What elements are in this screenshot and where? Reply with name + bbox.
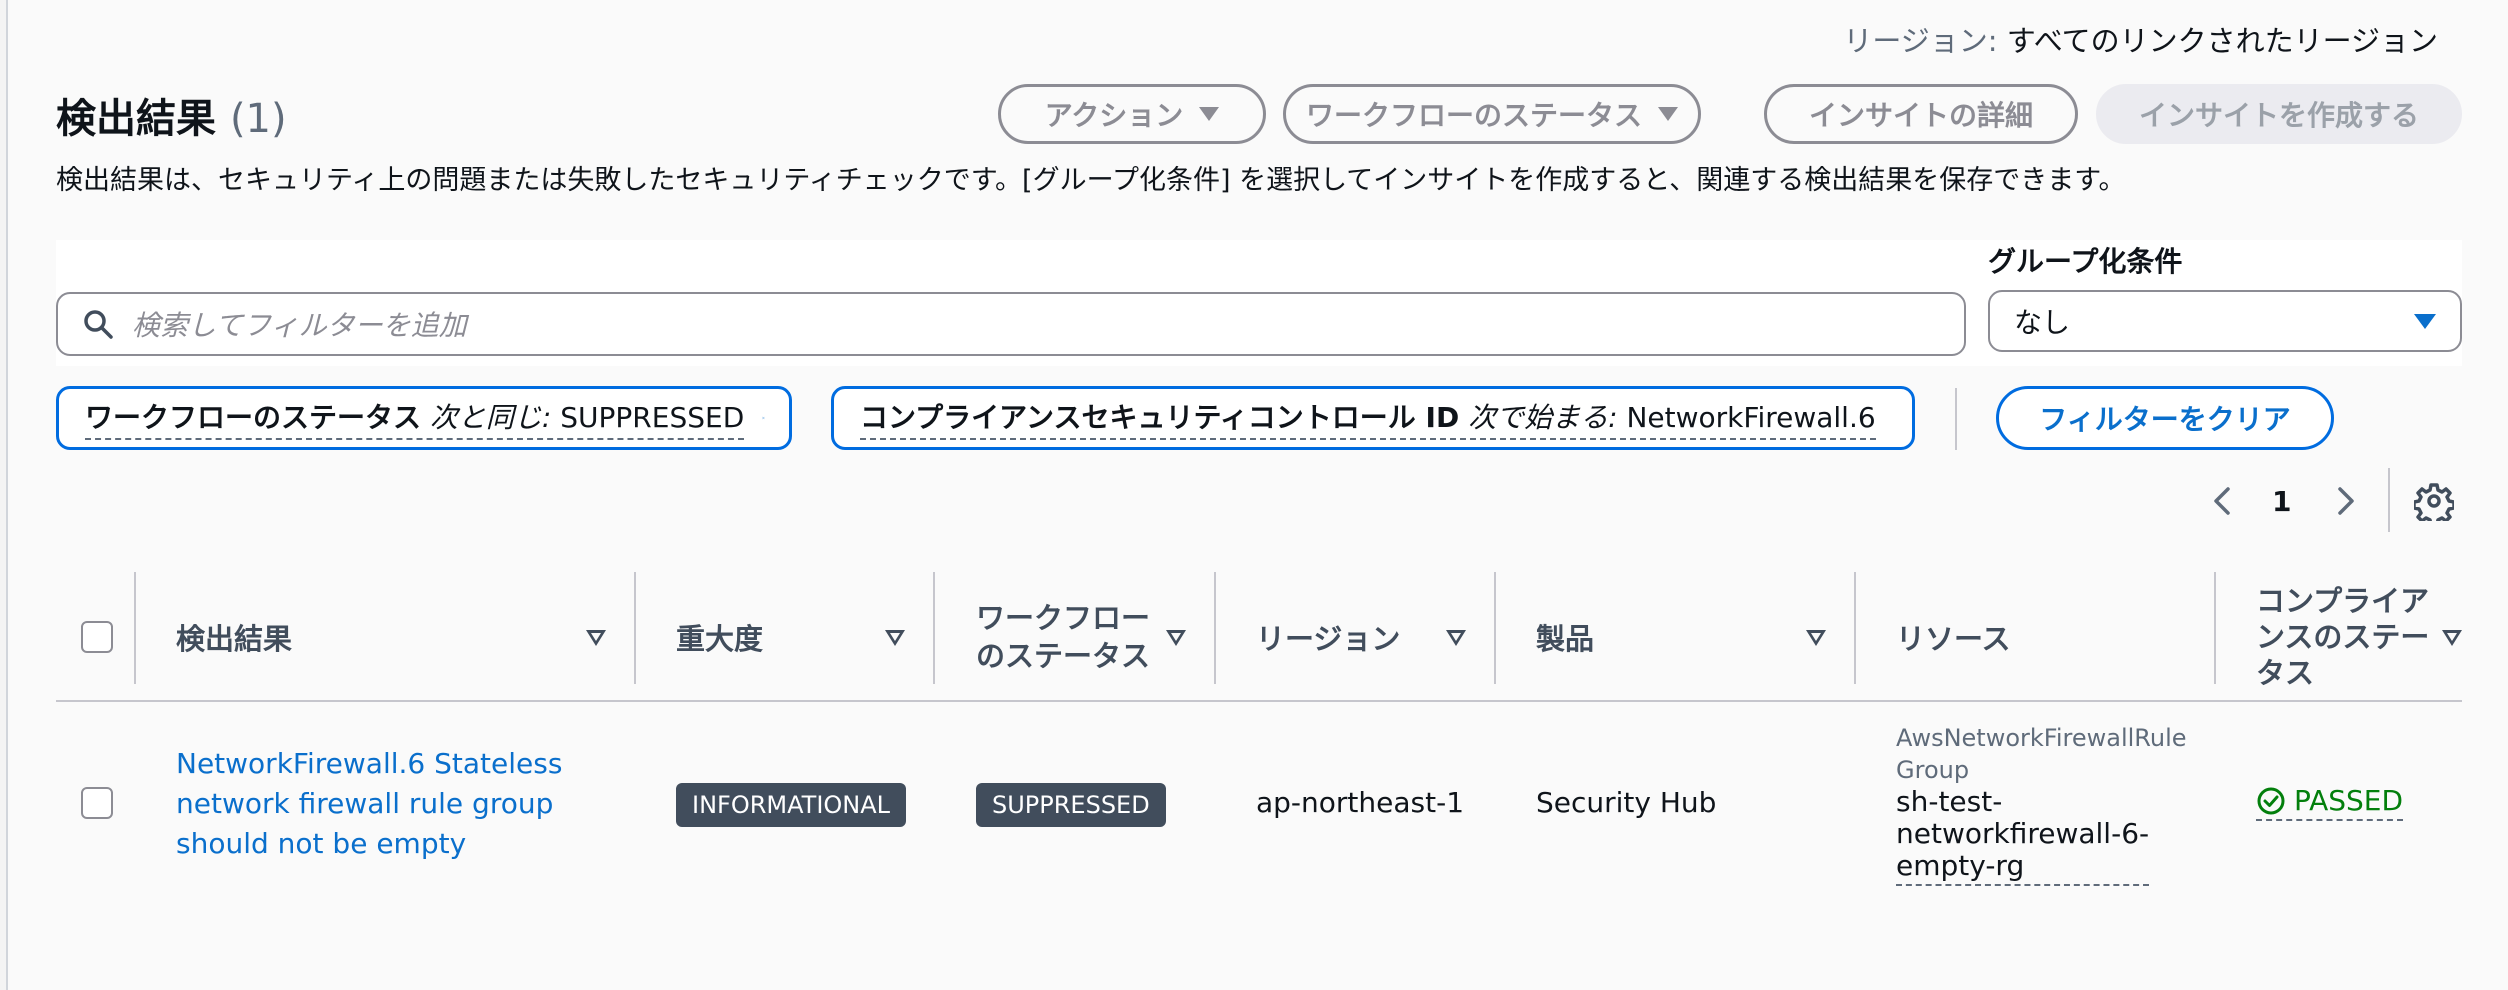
column-label-line: のステータス: [976, 639, 1151, 673]
filter-operator: 次で始まる:: [1468, 401, 1618, 434]
sort-icon[interactable]: [885, 630, 905, 646]
resource-name-link[interactable]: sh-test- networkfirewall-6- empty-rg: [1896, 785, 2150, 886]
compliance-status-text: PASSED: [2294, 784, 2404, 817]
column-label: 製品: [1536, 622, 1595, 656]
filter-token-control-id[interactable]: コンプライアンスセキュリティコントロール ID 次で始まる: NetworkFi…: [831, 386, 1915, 450]
group-by-label: グループ化条件: [1988, 245, 2183, 278]
column-label: リソース: [1896, 622, 2011, 656]
column-label-line: コンプライア: [2256, 584, 2430, 618]
column-divider: [134, 572, 136, 684]
row-checkbox[interactable]: [81, 787, 113, 819]
group-by-select[interactable]: なし: [1988, 290, 2462, 352]
column-header-compliance-status[interactable]: コンプライア ンスのステー タス: [2256, 572, 2429, 702]
group-by-value: なし: [2014, 306, 2071, 339]
divider: [2388, 468, 2390, 532]
left-border: [0, 0, 8, 990]
sort-icon[interactable]: [2442, 630, 2462, 646]
sort-icon[interactable]: [1446, 630, 1466, 646]
workflow-status-button[interactable]: ワークフローのステータス: [1283, 84, 1701, 144]
resource-name-line: networkfirewall-6-: [1896, 817, 2150, 850]
clear-filters-button[interactable]: フィルターをクリア: [1996, 386, 2334, 450]
resource-name-line: sh-test-: [1896, 785, 2003, 818]
sort-icon[interactable]: [586, 630, 606, 646]
column-header-product[interactable]: 製品: [1536, 572, 1594, 702]
column-header-finding[interactable]: 検出結果: [176, 572, 292, 702]
sort-icon[interactable]: [1166, 630, 1186, 646]
column-divider: [634, 572, 636, 684]
table-preferences-button[interactable]: [2414, 476, 2454, 526]
gear-icon: [2414, 483, 2454, 521]
column-divider: [2214, 572, 2216, 684]
select-all-checkbox[interactable]: [81, 621, 113, 653]
actions-button[interactable]: アクション: [998, 84, 1266, 144]
search-icon: [84, 310, 113, 339]
column-label-line: ンスのステー: [2256, 620, 2430, 654]
previous-page-button[interactable]: [2208, 476, 2238, 526]
column-divider: [933, 572, 935, 684]
current-page-number[interactable]: 1: [2272, 476, 2291, 526]
column-divider: [1494, 572, 1496, 684]
insight-details-button-label: インサイトの詳細: [1808, 99, 2033, 132]
resource-cell: AwsNetworkFirewallRule Group sh-test- ne…: [1896, 722, 2187, 886]
finding-title-line: network firewall rule group: [176, 787, 554, 820]
filter-token-text: コンプライアンスセキュリティコントロール ID 次で始まる: NetworkFi…: [860, 396, 1876, 440]
sort-icon[interactable]: [1806, 630, 1826, 646]
resource-type-line: Group: [1896, 756, 1970, 784]
table-header: 検出結果 重大度 ワークフロー のステータス リージョン 製品 リソース コンプ…: [56, 572, 2462, 702]
region-label: リージョン:: [1843, 24, 1998, 58]
filter-key: ワークフローのステータス: [85, 401, 422, 434]
column-header-severity[interactable]: 重大度: [676, 572, 763, 702]
column-label: 重大度: [676, 622, 764, 656]
title-text: 検出結果: [56, 96, 216, 142]
page-title: 検出結果 (1): [56, 86, 287, 144]
filter-key: コンプライアンスセキュリティコントロール ID: [860, 401, 1460, 434]
resource-name-line: empty-rg: [1896, 849, 2025, 882]
search-placeholder: 検索してフィルターを追加: [132, 309, 467, 342]
column-label: 検出結果: [176, 622, 293, 656]
region-cell: ap-northeast-1: [1256, 786, 1465, 819]
column-label-line: タス: [2256, 656, 2315, 690]
column-header-workflow-status[interactable]: ワークフロー のステータス: [976, 572, 1150, 702]
product-cell: Security Hub: [1536, 786, 1717, 819]
compliance-status: PASSED: [2256, 784, 2404, 821]
search-input[interactable]: 検索してフィルターを追加: [56, 292, 1966, 356]
column-label-line: ワークフロー: [976, 601, 1151, 635]
actions-button-label: アクション: [1044, 99, 1184, 132]
workflow-status-badge: SUPPRESSED: [976, 783, 1166, 827]
finding-title-line: NetworkFirewall.6 Stateless: [176, 747, 563, 780]
caret-down-icon: [1199, 107, 1220, 121]
column-label: リージョン: [1256, 622, 1401, 656]
column-divider: [1854, 572, 1856, 684]
workflow-status-button-label: ワークフローのステータス: [1305, 99, 1642, 132]
filter-value: NetworkFirewall.6: [1626, 401, 1876, 434]
remove-filter-icon[interactable]: [762, 403, 765, 433]
filter-value: SUPPRESSED: [560, 401, 745, 434]
chevron-right-icon: [2338, 487, 2354, 515]
divider: [1955, 388, 1957, 450]
insight-details-button[interactable]: インサイトの詳細: [1764, 84, 2078, 144]
column-header-region[interactable]: リージョン: [1256, 572, 1400, 702]
region-indicator: リージョン: すべてのリンクされたリージョン: [1843, 18, 2438, 60]
dropdown-caret-icon: [2414, 313, 2436, 329]
column-header-resource: リソース: [1896, 572, 2011, 702]
next-page-button[interactable]: [2330, 476, 2360, 526]
finding-count: (1): [229, 96, 287, 142]
severity-badge: INFORMATIONAL: [676, 783, 907, 827]
create-insight-button[interactable]: インサイトを作成する: [2096, 84, 2462, 144]
create-insight-button-label: インサイトを作成する: [2138, 99, 2419, 132]
region-value: すべてのリンクされたリージョン: [2006, 24, 2438, 58]
resource-type-line: AwsNetworkFirewallRule: [1896, 724, 2187, 752]
page-description: 検出結果は、セキュリティ上の問題または失敗したセキュリティチェックです。[グルー…: [56, 165, 2126, 196]
finding-title-line: should not be empty: [176, 827, 467, 860]
filter-operator: 次と同じ:: [429, 401, 552, 434]
chevron-left-icon: [2214, 487, 2230, 515]
filter-token-text: ワークフローのステータス 次と同じ: SUPPRESSED: [85, 396, 745, 440]
check-circle-icon: [2257, 787, 2285, 814]
caret-down-icon: [1658, 107, 1678, 121]
column-divider: [1214, 572, 1216, 684]
compliance-status-cell[interactable]: PASSED: [2256, 784, 2404, 821]
finding-title-link[interactable]: NetworkFirewall.6 Stateless network fire…: [176, 744, 562, 864]
filter-token-workflow[interactable]: ワークフローのステータス 次と同じ: SUPPRESSED: [56, 386, 792, 450]
